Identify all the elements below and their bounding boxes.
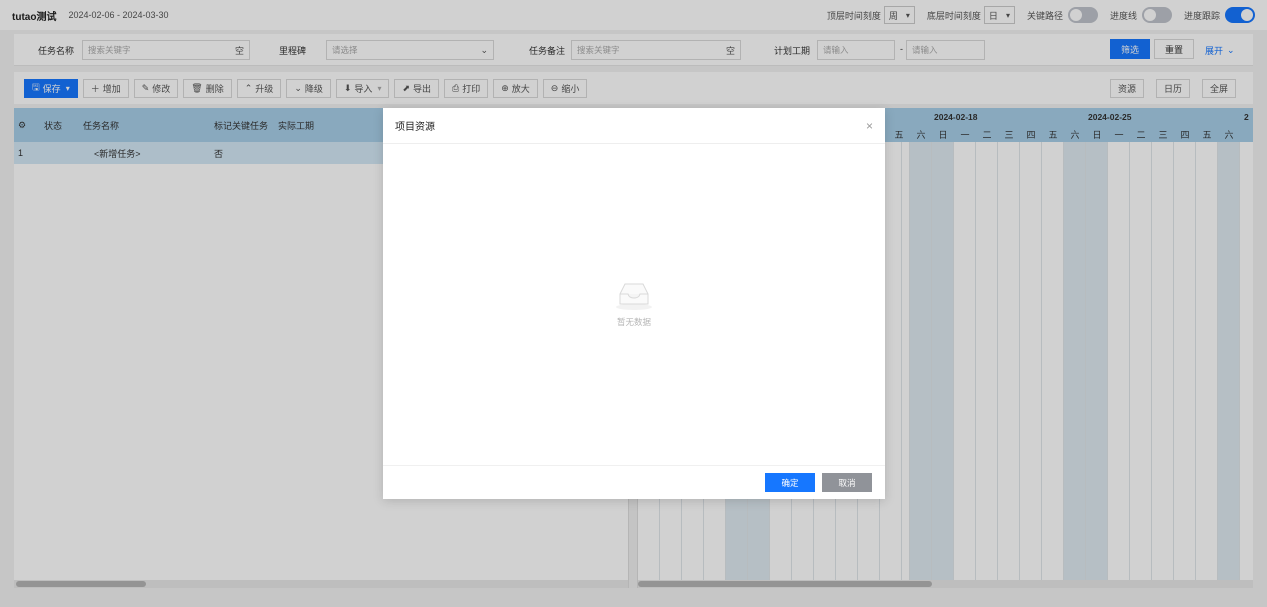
dialog-title: 项目资源 [395, 122, 435, 133]
close-icon[interactable]: × [866, 119, 873, 133]
empty-state-text: 暂无数据 [616, 317, 651, 327]
cancel-button[interactable]: 取消 [822, 473, 872, 492]
dialog-body: 暂无数据 [383, 144, 885, 464]
project-resources-dialog: 项目资源 × 暂无数据 确定 取消 [383, 108, 885, 499]
confirm-button[interactable]: 确定 [765, 473, 815, 492]
empty-inbox-icon [616, 283, 652, 310]
dialog-footer: 确定 取消 [383, 465, 885, 499]
dialog-header: 项目资源 × [383, 108, 885, 144]
